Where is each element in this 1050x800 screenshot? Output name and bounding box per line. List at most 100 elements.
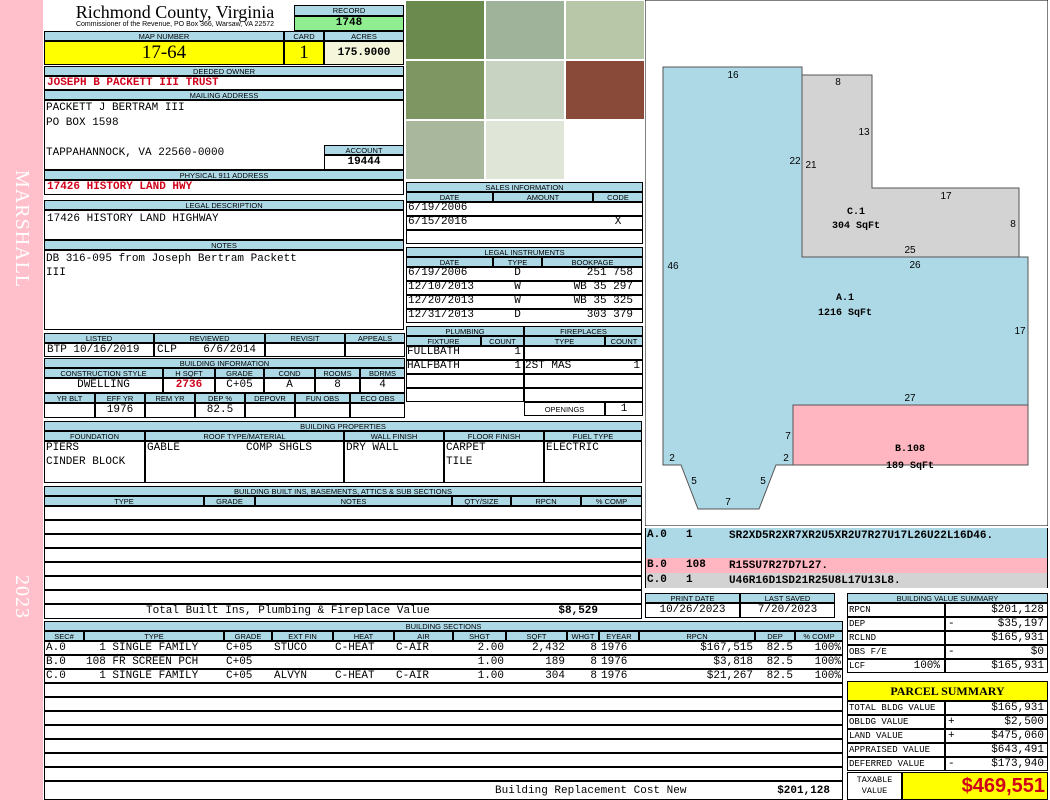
building-info-value [245, 403, 295, 418]
owner-name: JOSEPH B PACKETT III TRUST [44, 76, 404, 90]
vector-section: C.0 [647, 574, 667, 586]
property-photo[interactable] [485, 60, 565, 120]
building-section-cell: B.0 [46, 656, 66, 668]
building-section-row[interactable] [44, 739, 843, 753]
building-section-cell [394, 656, 453, 669]
builtins-row[interactable] [44, 520, 642, 534]
building-info-value [44, 403, 95, 418]
property-photo[interactable] [405, 60, 485, 120]
wall-finish-value: DRY WALL [346, 442, 399, 454]
openings-label: OPENINGS [524, 402, 605, 416]
building-sections-header: AIR [394, 631, 453, 641]
property-photo[interactable] [485, 0, 565, 60]
sketch-area-label: A.1 [836, 293, 854, 304]
roof-type-value: GABLE [147, 442, 181, 454]
building-section-cell: 8 [590, 670, 597, 682]
value-summary-title: BUILDING VALUE SUMMARY [847, 593, 1048, 603]
building-info-header: DEPOVR [245, 393, 295, 403]
building-section-cell: 82.5 [766, 642, 793, 654]
building-properties-header: FOUNDATION [44, 431, 145, 441]
parcel-summary-value: $643,491 [991, 744, 1044, 756]
sales-header: DATE [406, 192, 493, 202]
building-section-cell: 1976 [601, 642, 628, 654]
mailing-line: PACKETT J BERTRAM III [46, 102, 185, 114]
building-section-cell: 1976 [601, 656, 628, 668]
sketch-dimension-label: 16 [727, 70, 739, 81]
building-sections-header: RPCN [639, 631, 755, 641]
building-section-cell [272, 656, 333, 669]
sketch-dimension-label: 26 [909, 260, 921, 271]
review-value: BTP 10/16/2019 [44, 343, 154, 357]
builtins-row[interactable] [44, 562, 642, 576]
plumbing-fixture [407, 388, 487, 402]
building-properties-header: FUEL TYPE [544, 431, 642, 441]
building-section-cell: 189 [545, 656, 565, 668]
foundation-value: CINDER BLOCK [46, 456, 126, 468]
sale-date: 6/19/2006 [408, 202, 468, 214]
builtins-row[interactable] [44, 534, 642, 548]
building-sections-header: TYPE [84, 631, 224, 641]
sketch-dimension-label: 2 [783, 453, 789, 464]
property-photo[interactable] [565, 0, 645, 60]
building-section-row[interactable] [44, 697, 843, 711]
building-info-value: 82.5 [195, 403, 245, 418]
building-info-header: ECO OBS [350, 393, 405, 403]
review-header: REVIEWED [154, 333, 265, 343]
building-section-cell: ALVYN [274, 670, 308, 682]
parcel-summary-label: DEFERRED VALUE [849, 759, 925, 769]
instrument-date: 12/10/2013 [408, 281, 475, 293]
building-sections-header: WHGT [567, 631, 599, 641]
building-section-row[interactable] [44, 711, 843, 725]
fireplace-count: 1 [633, 360, 640, 372]
builtins-row[interactable] [44, 590, 642, 604]
mailing-line: TAPPAHANNOCK, VA 22560-0000 [46, 147, 225, 159]
vector-string: SR2XD5R2XR7XR2U5XR2U7R27U17L26U22L16D46. [729, 530, 994, 542]
plumbing-header: FIXTURE [406, 336, 481, 346]
plumbing-header: COUNT [481, 336, 524, 346]
building-section-cell: $3,818 [713, 656, 753, 668]
building-info-header: H SQFT [163, 368, 215, 378]
building-section-cell: 82.5 [766, 656, 793, 668]
sketch-area-sqft: 1216 SqFt [818, 308, 872, 319]
mailing-line: PO BOX 1598 [46, 117, 119, 129]
building-section-cell: 108 FR SCREEN PCH [86, 656, 199, 668]
building-section-row[interactable] [44, 725, 843, 739]
builtins-row[interactable] [44, 576, 642, 590]
vector-section: B.0 [647, 559, 667, 571]
county-title: Richmond County, Virginia [75, 2, 275, 22]
building-section-cell: C-AIR [396, 642, 430, 654]
legal-instruments-header: BOOKPAGE [542, 257, 643, 267]
map-number: 17-64 [44, 41, 284, 65]
building-sketch: 1681322 21178252646172772 25 57A.11216 SqFt… [645, 0, 1048, 526]
property-photo[interactable] [405, 0, 485, 60]
building-info-value: C+05 [215, 378, 264, 393]
building-section-cell: 82.5 [766, 670, 793, 682]
building-sections-header: SQFT [506, 631, 567, 641]
builtins-row[interactable] [44, 506, 642, 520]
building-section-row[interactable] [44, 683, 843, 697]
taxable-value: $469,551 [902, 772, 1048, 800]
building-info-header: BDRMS [360, 368, 405, 378]
fuel-type-value: ELECTRIC [546, 442, 599, 454]
sale-code [593, 202, 643, 216]
plumbing-count [481, 374, 523, 388]
property-photo[interactable] [485, 120, 565, 180]
foundation-value: PIERS [46, 442, 80, 454]
building-sections-header: SEC# [44, 631, 84, 641]
property-photo[interactable] [565, 60, 645, 120]
builtins-row[interactable] [44, 548, 642, 562]
building-section-row[interactable] [44, 767, 843, 781]
building-info-header: YR BLT [44, 393, 95, 403]
builtins-header: QTY/SIZE [452, 496, 511, 506]
vector-string: U46R16D1SD21R25U8L17U13L8. [729, 575, 901, 587]
parcel-summary-value: $165,931 [991, 702, 1044, 714]
property-photo[interactable] [405, 120, 485, 180]
building-section-cell: C+05 [226, 656, 253, 668]
review-value [265, 343, 345, 357]
building-section-row[interactable] [44, 753, 843, 767]
legal-instruments-header: TYPE [493, 257, 542, 267]
building-info-value: 4 [360, 378, 405, 393]
notes-line: III [46, 267, 66, 279]
building-section-cell: 1 SINGLE FAMILY [86, 642, 199, 654]
plumbing-fixture: FULLBATH [407, 346, 460, 358]
